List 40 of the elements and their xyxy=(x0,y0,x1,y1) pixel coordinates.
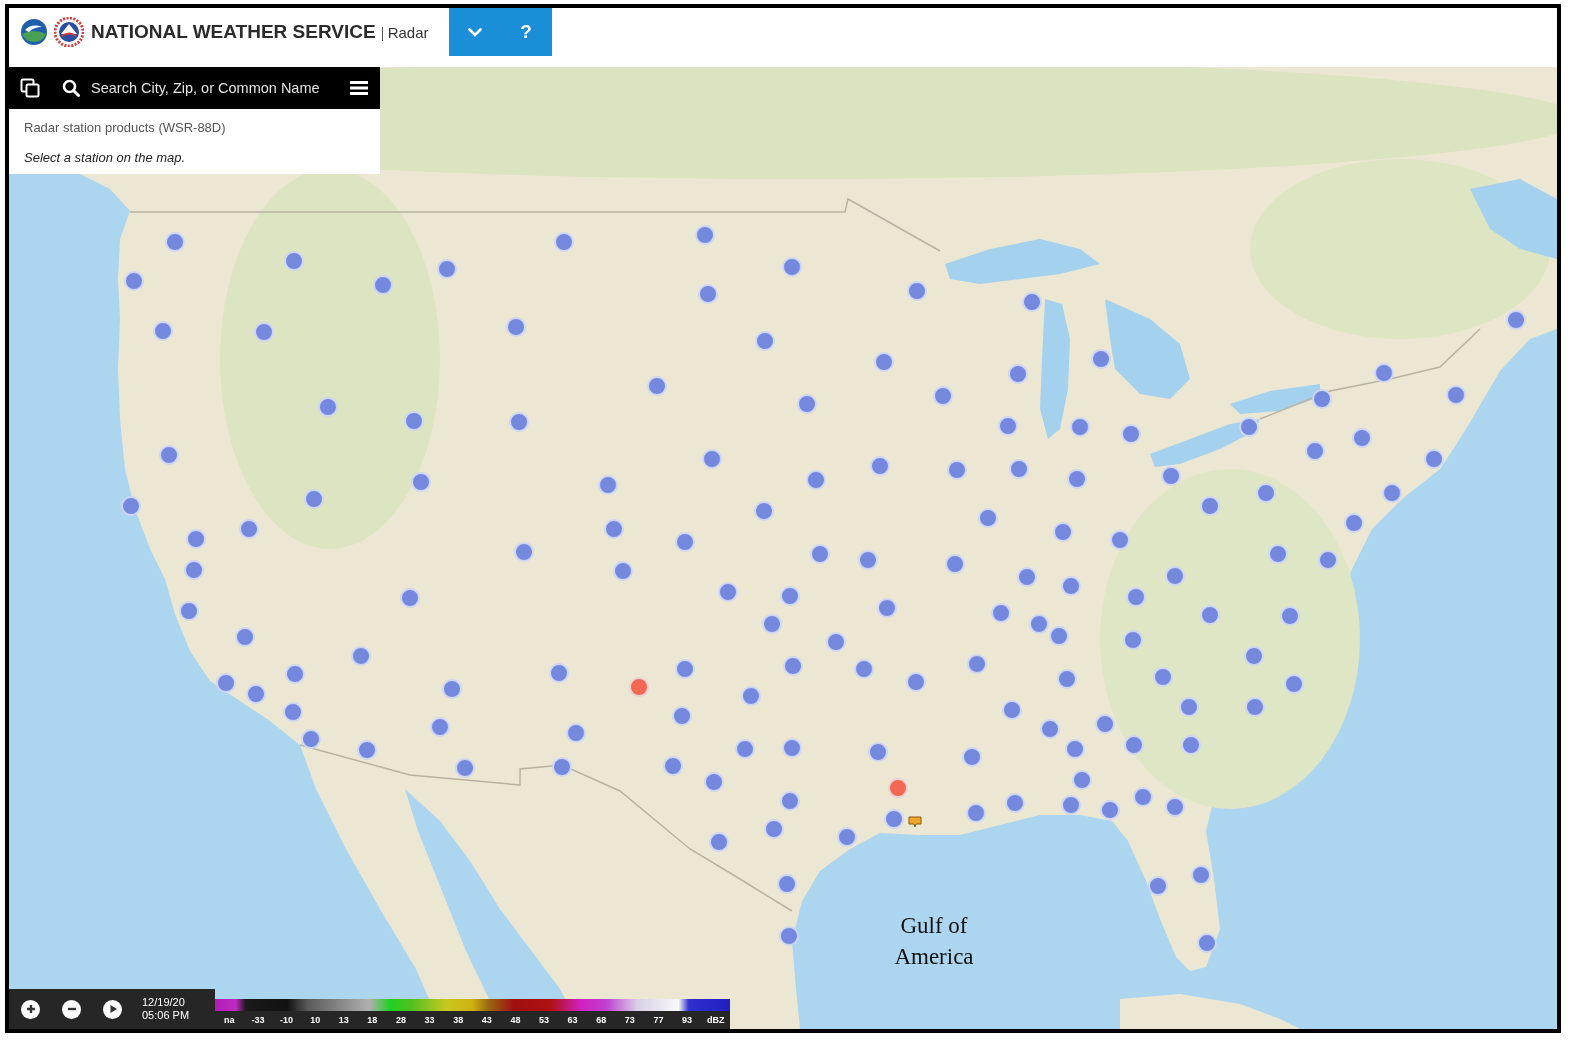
panel-hint: Select a station on the map. xyxy=(24,150,187,166)
plus-icon xyxy=(25,1004,36,1014)
stacked-squares-icon[interactable] xyxy=(20,78,40,98)
scale-label: -33 xyxy=(250,1015,266,1025)
panel-title: Radar station products (WSR-88D) xyxy=(24,120,227,136)
scale-label: na xyxy=(223,1015,236,1025)
play-button[interactable] xyxy=(103,999,122,1019)
scale-label: 73 xyxy=(623,1015,636,1025)
scale-label: 10 xyxy=(309,1015,322,1025)
scale-label: 68 xyxy=(595,1015,608,1025)
site-title: NATIONAL WEATHER SERVICE xyxy=(91,21,376,43)
scale-label: dBZ xyxy=(705,1015,726,1025)
scale-label: 53 xyxy=(538,1015,550,1025)
zoom-in-button[interactable] xyxy=(21,999,40,1019)
scale-label: 38 xyxy=(452,1015,465,1025)
time-label: 05:06 PM xyxy=(142,1009,190,1022)
date-label: 12/19/20 xyxy=(142,996,186,1009)
bubble-marker-icon[interactable] xyxy=(908,816,922,828)
scale-label: 28 xyxy=(394,1015,407,1025)
scale-label: 43 xyxy=(480,1015,493,1025)
scale-label: 93 xyxy=(681,1015,694,1025)
water-label: Gulf of America xyxy=(893,912,975,971)
search-field[interactable]: Search City, Zip, or Common Name xyxy=(91,74,342,102)
zoom-out-button[interactable] xyxy=(62,999,81,1019)
search-bar[interactable]: Search City, Zip, or Common Name xyxy=(9,67,380,109)
page-name: Radar xyxy=(387,24,429,42)
caret-icon xyxy=(467,27,482,37)
scale-label: 77 xyxy=(652,1015,665,1025)
scale-label: 18 xyxy=(366,1015,379,1025)
badge-emblem-icon xyxy=(54,17,84,47)
scale-label: -10 xyxy=(279,1015,295,1025)
help-button[interactable]: ? xyxy=(500,8,552,56)
search-icon[interactable] xyxy=(62,79,80,97)
swoosh-emblem-icon xyxy=(20,18,48,46)
chevron-button[interactable] xyxy=(448,8,501,56)
scale-label: 48 xyxy=(509,1015,522,1025)
scale-label: 33 xyxy=(423,1015,436,1025)
scale-label: 13 xyxy=(337,1015,350,1025)
menu-icon[interactable] xyxy=(350,80,368,96)
scale-label: 63 xyxy=(566,1015,579,1025)
